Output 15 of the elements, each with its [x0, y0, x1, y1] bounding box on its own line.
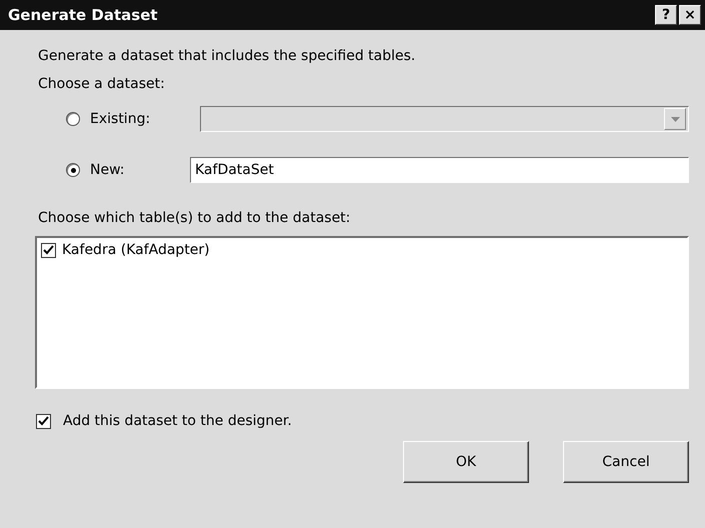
name-field[interactable]: KafDataSet: [190, 157, 689, 183]
checkbox[interactable]: [41, 242, 56, 258]
ok-button[interactable]: OK: [403, 441, 529, 483]
option-label: Existing:: [90, 111, 152, 127]
list-item[interactable]: Kafedra (KafAdapter): [62, 242, 210, 258]
section-label: Choose a dataset:: [38, 75, 166, 94]
checkbox[interactable]: [36, 414, 51, 428]
description-text: Generate a dataset that includes the specified tables.: [38, 47, 416, 66]
cancel-button[interactable]: Cancel: [563, 441, 689, 483]
checkbox-label: Add this dataset to the designer.: [63, 413, 292, 429]
radio-button[interactable]: [66, 163, 80, 177]
window-title: Generate Dataset: [8, 6, 159, 24]
close-button[interactable]: ×: [679, 5, 701, 25]
section-label: Choose which table(s) to add to the dataset:: [38, 209, 352, 228]
help-button[interactable]: ?: [655, 5, 677, 25]
